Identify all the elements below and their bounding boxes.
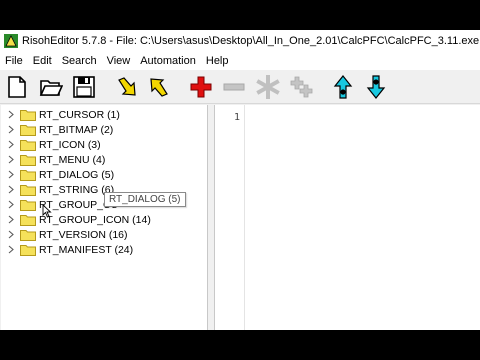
chevron-right-icon[interactable]: [6, 200, 16, 210]
chevron-right-icon[interactable]: [6, 125, 16, 135]
tree-item-label: RT_GROUP_ICON (14): [39, 213, 151, 226]
chevron-right-icon[interactable]: [6, 245, 16, 255]
chevron-right-icon[interactable]: [6, 170, 16, 180]
chevron-right-icon[interactable]: [6, 110, 16, 120]
resource-tree[interactable]: RT_CURSOR (1) RT_BITMAP (2) RT_ICON (3) …: [1, 105, 208, 330]
tree-item-rt-cursor[interactable]: RT_CURSOR (1): [1, 107, 208, 122]
move-down-icon: [366, 75, 386, 99]
line-number-gutter: 1: [215, 105, 245, 330]
open-button[interactable]: [38, 73, 64, 101]
code-editor[interactable]: 1: [214, 105, 480, 330]
remove-button[interactable]: [221, 73, 247, 101]
save-button[interactable]: [71, 73, 97, 101]
menu-search[interactable]: Search: [57, 55, 102, 67]
tree-item-rt-bitmap[interactable]: RT_BITMAP (2): [1, 122, 208, 137]
modify-button[interactable]: [255, 73, 281, 101]
menu-file[interactable]: File: [0, 55, 28, 67]
tree-item-label: RT_BITMAP (2): [39, 123, 114, 136]
menu-view[interactable]: View: [102, 55, 136, 67]
folder-icon: [20, 214, 36, 226]
chevron-right-icon[interactable]: [6, 140, 16, 150]
tree-item-label: RT_CURSOR (1): [39, 108, 120, 121]
remove-icon: [223, 83, 245, 91]
app-logo-icon: [4, 34, 18, 48]
menu-help[interactable]: Help: [201, 55, 234, 67]
folder-icon: [20, 184, 36, 196]
tree-item-rt-icon[interactable]: RT_ICON (3): [1, 137, 208, 152]
folder-icon: [20, 229, 36, 241]
line-number: 1: [233, 112, 240, 123]
modify-icon: [256, 75, 280, 99]
chevron-right-icon[interactable]: [6, 230, 16, 240]
folder-icon: [20, 154, 36, 166]
folder-icon: [20, 109, 36, 121]
chevron-right-icon[interactable]: [6, 155, 16, 165]
tree-item-rt-dialog[interactable]: RT_DIALOG (5): [1, 167, 208, 182]
folder-icon: [20, 139, 36, 151]
title-bar: RisohEditor 5.7.8 - File: C:\Users\asus\…: [0, 30, 480, 52]
tree-item-label: RT_DIALOG (5): [39, 168, 115, 181]
tree-item-label: RT_STRING (6): [39, 183, 115, 196]
tree-item-label: RT_VERSION (16): [39, 228, 128, 241]
move-down-button[interactable]: [363, 73, 389, 101]
clone-icon: [290, 76, 313, 98]
tree-item-rt-manifest[interactable]: RT_MANIFEST (24): [1, 242, 208, 257]
open-icon: [39, 80, 63, 96]
window-title: RisohEditor 5.7.8 - File: C:\Users\asus\…: [22, 35, 480, 47]
folder-icon: [20, 169, 36, 181]
chevron-right-icon[interactable]: [6, 215, 16, 225]
import-button[interactable]: [114, 73, 140, 101]
tree-item-label: RT_MANIFEST (24): [39, 243, 134, 256]
save-icon: [73, 76, 95, 98]
folder-icon: [20, 244, 36, 256]
menu-automation[interactable]: Automation: [135, 55, 201, 67]
export-arrow-icon: [150, 78, 168, 97]
add-button[interactable]: [188, 73, 214, 101]
tree-item-rt-group-icon[interactable]: RT_GROUP_ICON (14): [1, 212, 208, 227]
tree-item-label: RT_ICON (3): [39, 138, 101, 151]
folder-icon: [20, 124, 36, 136]
tree-item-label: RT_MENU (4): [39, 153, 106, 166]
clone-button[interactable]: [288, 73, 314, 101]
new-button[interactable]: [4, 73, 30, 101]
folder-icon: [20, 199, 36, 211]
export-button[interactable]: [146, 73, 172, 101]
import-arrow-icon: [118, 77, 136, 96]
toolbar: [0, 70, 480, 104]
menu-bar: File Edit Search View Automation Help: [0, 52, 480, 70]
chevron-right-icon[interactable]: [6, 185, 16, 195]
tree-item-rt-version[interactable]: RT_VERSION (16): [1, 227, 208, 242]
tree-item-rt-menu[interactable]: RT_MENU (4): [1, 152, 208, 167]
new-icon: [8, 76, 26, 98]
move-up-button[interactable]: [330, 73, 356, 101]
menu-edit[interactable]: Edit: [28, 55, 57, 67]
tooltip: RT_DIALOG (5): [104, 192, 186, 207]
add-icon: [190, 76, 212, 98]
app-window: RisohEditor 5.7.8 - File: C:\Users\asus\…: [0, 30, 480, 330]
mouse-cursor-icon: [42, 204, 52, 218]
move-up-icon: [333, 75, 353, 99]
